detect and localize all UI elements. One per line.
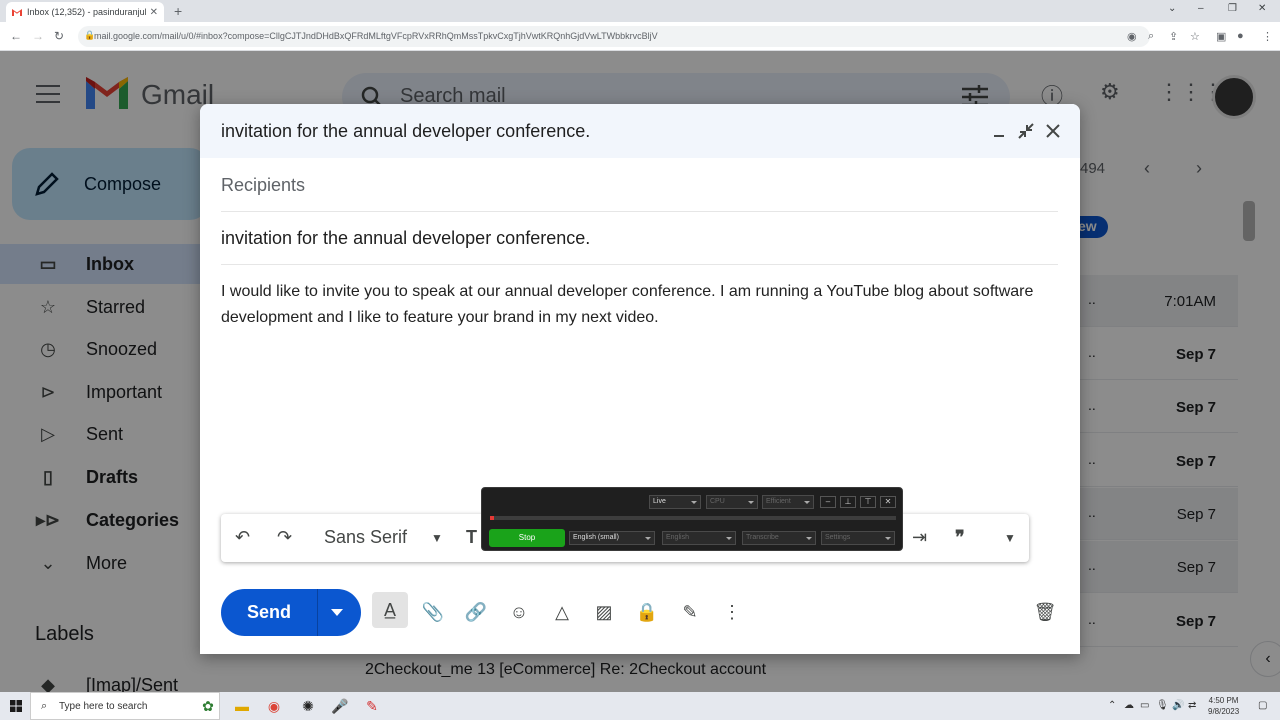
new-tab-button[interactable]: + — [174, 3, 182, 19]
search-icon: ⌕ — [41, 700, 48, 712]
send-button[interactable]: Send — [221, 589, 361, 636]
widget-dock-icon[interactable]: ⊥ — [840, 496, 856, 508]
tab-strip: Inbox (12,352) - pasinduranjula@... ✕ + … — [0, 0, 1280, 22]
more-options-icon[interactable]: ⋮ — [719, 599, 745, 625]
browser-tab[interactable]: Inbox (12,352) - pasinduranjula@... ✕ — [6, 2, 164, 22]
insert-link-icon[interactable]: 🔗 — [463, 599, 489, 625]
font-dropdown-icon[interactable]: ▼ — [431, 531, 443, 545]
undo-icon[interactable]: ↶ — [235, 527, 250, 548]
windows-taskbar: ⌕ Type here to search ✿ ▬ ◉ ✺ 🎤 ✎ ⌃ ☁ ▭ … — [0, 692, 1280, 720]
attach-file-icon[interactable]: 📎 — [420, 599, 446, 625]
clock-date: 9/8/2023 — [1208, 707, 1240, 716]
gmail-favicon-icon — [12, 8, 22, 16]
notifications-icon[interactable]: ▢ — [1258, 700, 1267, 711]
restore-window-icon[interactable]: ❐ — [1228, 3, 1237, 14]
location-icon[interactable]: ◉ — [1127, 30, 1137, 43]
widget-app-icon[interactable]: ✿ — [198, 696, 218, 716]
quality-select[interactable]: Efficient — [762, 495, 814, 509]
tab-title: Inbox (12,352) - pasinduranjula@... — [27, 7, 146, 17]
formatting-options-icon[interactable]: A̲ — [372, 592, 408, 628]
zoom-icon[interactable]: ⌕ — [1148, 30, 1154, 43]
profile-icon[interactable]: ● — [1237, 30, 1244, 42]
tab-search-icon[interactable]: ⌄ — [1168, 3, 1176, 14]
compose-dialog: invitation for the annual developer conf… — [200, 104, 1080, 654]
recipients-field[interactable]: Recipients — [221, 164, 1058, 212]
taskbar-clock[interactable]: 4:50 PM 9/8/2023 — [1208, 695, 1239, 717]
signature-icon[interactable]: ✎ — [677, 599, 703, 625]
insert-photo-icon[interactable]: ▨ — [591, 599, 617, 625]
mode-select[interactable]: Live — [649, 495, 701, 509]
url-field[interactable]: 🔒 mail.google.com/mail/u/0/#inbox?compos… — [78, 26, 1150, 47]
compose-title: invitation for the annual developer conf… — [221, 121, 591, 141]
stop-button[interactable]: Stop — [489, 529, 565, 547]
exit-fullscreen-icon[interactable] — [1017, 122, 1035, 140]
widget-pin-icon[interactable]: ⊤ — [860, 496, 876, 508]
address-bar: ← → ↻ 🔒 mail.google.com/mail/u/0/#inbox?… — [0, 22, 1280, 51]
microphone-icon[interactable]: 🎤 — [330, 696, 350, 716]
close-tab-icon[interactable]: ✕ — [150, 7, 158, 18]
taskbar-search[interactable]: ⌕ Type here to search — [30, 692, 220, 720]
tray-network-icon[interactable]: ⇄ — [1188, 700, 1196, 711]
audio-level-bar — [490, 516, 896, 520]
tray-overflow-icon[interactable]: ⌃ — [1108, 700, 1116, 711]
quote-icon[interactable]: ❞ — [955, 527, 965, 548]
minimize-window-icon[interactable]: – — [1198, 3, 1204, 14]
font-selector[interactable]: Sans Serif — [324, 527, 407, 548]
confidential-mode-icon[interactable]: 🔒 — [634, 599, 660, 625]
editor-app-icon[interactable]: ✎ — [362, 696, 382, 716]
subject-field[interactable]: invitation for the annual developer conf… — [221, 217, 1058, 265]
text-size-icon[interactable]: T — [466, 527, 477, 548]
sidepanel-icon[interactable]: ▣ — [1216, 30, 1226, 43]
chrome-icon[interactable]: ◉ — [264, 696, 284, 716]
send-label: Send — [247, 602, 292, 622]
discard-draft-icon[interactable]: 🗑 — [1032, 599, 1058, 625]
taskbar-search-text: Type here to search — [59, 701, 148, 712]
emoji-icon[interactable]: ☺ — [506, 599, 532, 625]
app-icon[interactable]: ✺ — [298, 696, 318, 716]
language-select[interactable]: English — [662, 531, 736, 545]
device-select[interactable]: CPU — [706, 495, 758, 509]
tray-mic-icon[interactable]: 🎙 — [1156, 700, 1169, 711]
back-icon[interactable]: ← — [10, 29, 22, 43]
close-window-icon[interactable]: ✕ — [1258, 3, 1266, 14]
url-text: mail.google.com/mail/u/0/#inbox?compose=… — [94, 31, 658, 41]
tray-app-icon[interactable]: ▭ — [1140, 700, 1149, 711]
lock-icon: 🔒 — [84, 30, 96, 40]
model-select[interactable]: English (small) — [569, 531, 655, 545]
close-icon[interactable] — [1044, 122, 1062, 140]
tray-cloud-icon[interactable]: ☁ — [1124, 700, 1134, 711]
file-explorer-icon[interactable]: ▬ — [232, 696, 252, 716]
widget-close-icon[interactable]: ✕ — [880, 496, 896, 508]
browser-menu-icon[interactable]: ⋮ — [1262, 30, 1273, 43]
audio-level-fill — [490, 516, 495, 520]
compose-header: invitation for the annual developer conf… — [200, 104, 1080, 158]
windows-start-icon[interactable] — [10, 699, 22, 712]
settings-select[interactable]: Settings — [821, 531, 895, 545]
send-options-icon[interactable] — [331, 609, 343, 616]
minimize-icon[interactable] — [990, 122, 1008, 140]
bookmark-star-icon[interactable]: ☆ — [1190, 30, 1200, 43]
tray-volume-icon[interactable]: 🔊 — [1172, 700, 1184, 711]
forward-icon[interactable]: → — [32, 29, 44, 43]
drive-icon[interactable]: △ — [549, 599, 575, 625]
task-select[interactable]: Transcribe — [742, 531, 816, 545]
redo-icon[interactable]: ↷ — [277, 527, 292, 548]
reload-icon[interactable]: ↻ — [54, 29, 64, 43]
message-body[interactable]: I would like to invite you to speak at o… — [221, 279, 1041, 331]
clock-time: 4:50 PM — [1208, 696, 1239, 705]
share-icon[interactable]: ⇪ — [1169, 30, 1178, 43]
transcriber-widget: Live CPU Efficient – ⊥ ⊤ ✕ Stop English … — [481, 487, 903, 551]
indent-icon[interactable]: ⇥ — [912, 527, 927, 548]
widget-minimize-icon[interactable]: – — [820, 496, 836, 508]
more-formatting-icon[interactable]: ▼ — [1004, 531, 1016, 545]
